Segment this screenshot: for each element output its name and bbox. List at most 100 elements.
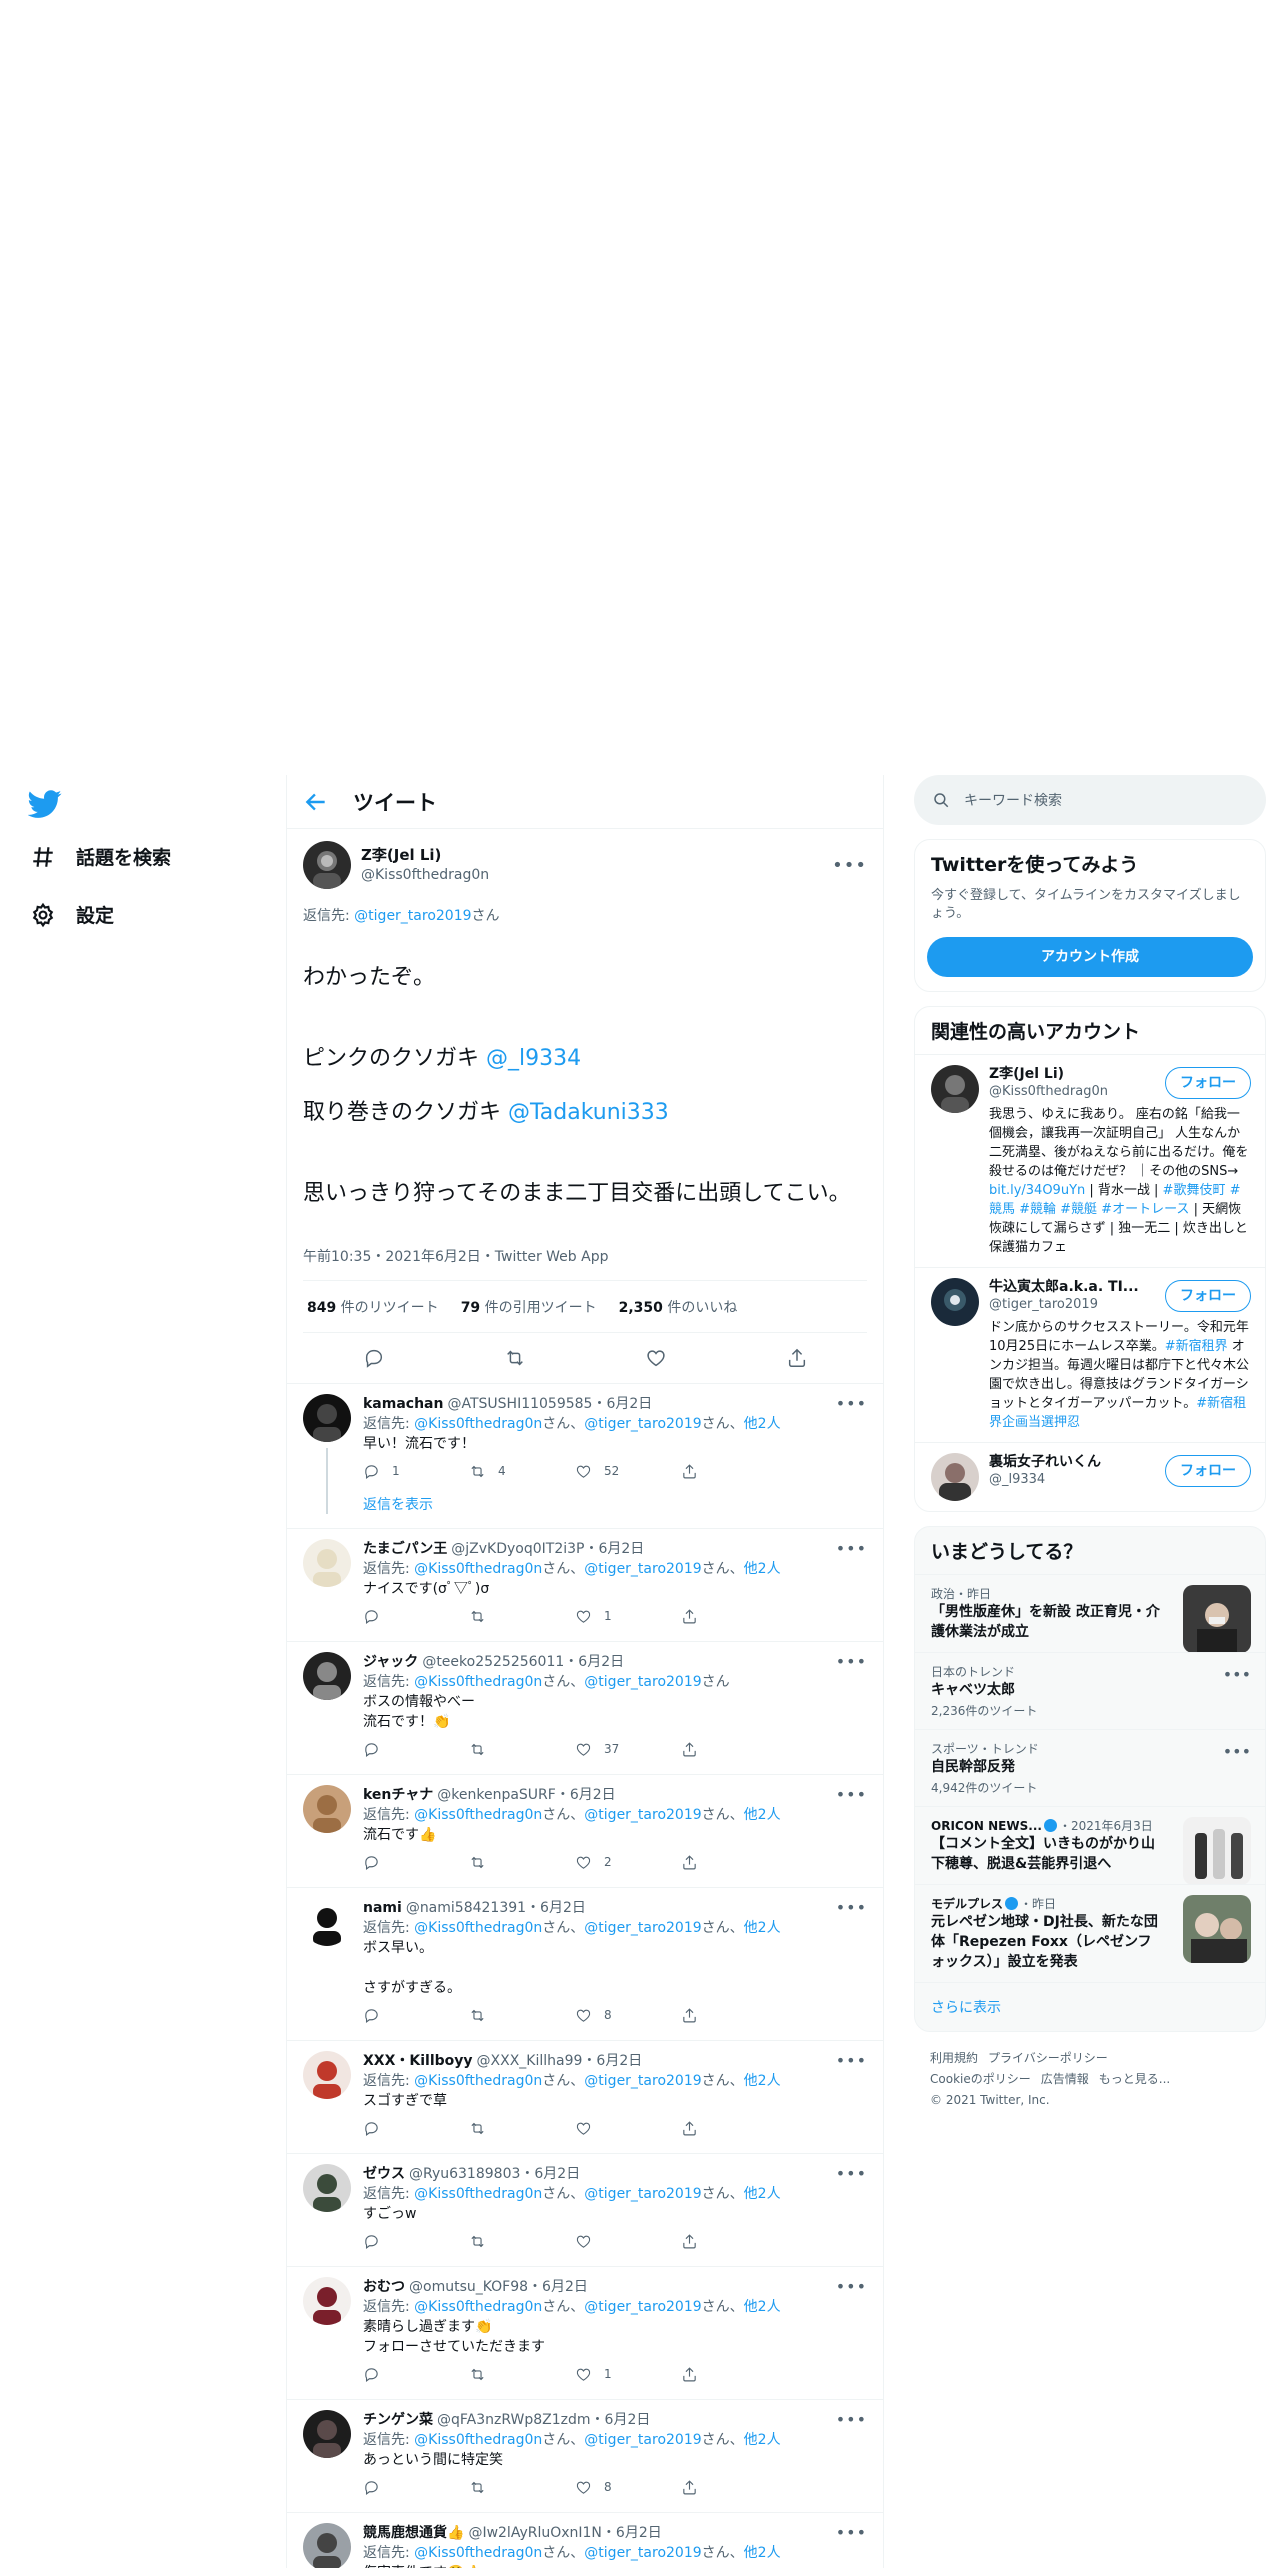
follow-button[interactable]: フォロー: [1165, 1280, 1251, 1312]
like-button[interactable]: 8: [575, 2007, 681, 2024]
avatar[interactable]: [931, 1065, 979, 1113]
reply-date[interactable]: ・6月2日: [592, 1394, 652, 1414]
more-options-icon[interactable]: •••: [832, 855, 867, 876]
retweet-button[interactable]: [469, 1608, 575, 1625]
reply-tweet[interactable]: kenチャナ @kenkenpaSURF ・6月2日 ••• 返信先: @Kiss0f…: [287, 1775, 883, 1888]
retweet-button[interactable]: [469, 1854, 575, 1871]
account-item[interactable]: 牛込寅太郎a.k.a. TI... @tiger_taro2019 ドン底からの…: [915, 1267, 1265, 1442]
more-options-icon[interactable]: •••: [836, 1539, 867, 1559]
reply-author-name[interactable]: kamachan: [363, 1394, 443, 1414]
reply-author-name[interactable]: おむつ: [363, 2277, 405, 2297]
share-button[interactable]: [681, 2479, 787, 2496]
reply-date[interactable]: ・6月2日: [602, 2523, 662, 2543]
reply-button[interactable]: [363, 2479, 469, 2496]
like-button[interactable]: 52: [575, 1463, 681, 1480]
avatar[interactable]: [303, 1539, 351, 1587]
back-arrow-icon[interactable]: [303, 789, 329, 815]
reply-date[interactable]: ・6月2日: [526, 1898, 586, 1918]
trend-item[interactable]: スポーツ・トレンド 自民幹部反発 4,942件のツイート •••: [915, 1729, 1265, 1806]
mention-link[interactable]: @Tadakuni333: [508, 1100, 669, 1125]
like-button[interactable]: 37: [575, 1741, 681, 1758]
nav-explore[interactable]: 話題を検索: [30, 843, 171, 870]
like-button[interactable]: [575, 2120, 681, 2137]
reply-button[interactable]: [363, 1608, 469, 1625]
reply-tweet[interactable]: ゼウス @Ryu63189803 ・6月2日 ••• 返信先: @Kiss0fthed…: [287, 2154, 883, 2267]
others-link[interactable]: 他2人: [744, 1807, 781, 1823]
reply-to-link[interactable]: @Kiss0fthedrag0n: [414, 2432, 542, 2448]
create-account-button[interactable]: アカウント作成: [927, 937, 1253, 977]
more-options-icon[interactable]: •••: [836, 1652, 867, 1672]
search-box[interactable]: キーワード検索: [914, 775, 1266, 825]
reply-date[interactable]: ・6月2日: [591, 2410, 651, 2430]
more-options-icon[interactable]: •••: [836, 1785, 867, 1805]
retweet-button[interactable]: [469, 2479, 575, 2496]
trend-item[interactable]: ORICON NEWS... ・2021年6月3日 【コメント全文】いきものがかり…: [915, 1806, 1265, 1885]
more-options-icon[interactable]: •••: [836, 2164, 867, 2184]
reply-to-link[interactable]: @Kiss0fthedrag0n: [414, 1674, 542, 1690]
more-options-icon[interactable]: •••: [1223, 1742, 1251, 1761]
avatar[interactable]: [303, 1785, 351, 1833]
others-link[interactable]: 他2人: [744, 1416, 781, 1432]
author-name[interactable]: Z李(Jel Li): [361, 845, 489, 865]
reply-author-handle[interactable]: @kenkenpaSURF: [437, 1785, 556, 1805]
trend-item[interactable]: 日本のトレンド キャベツ太郎 2,236件のツイート •••: [915, 1652, 1265, 1729]
avatar[interactable]: [931, 1453, 979, 1501]
retweet-icon[interactable]: [504, 1347, 526, 1369]
retweet-count[interactable]: 849 件のリツイート: [307, 1297, 439, 1317]
follow-button[interactable]: フォロー: [1165, 1455, 1251, 1487]
avatar[interactable]: [303, 1898, 351, 1946]
search-input[interactable]: キーワード検索: [964, 790, 1062, 810]
reply-date[interactable]: ・6月2日: [556, 1785, 616, 1805]
reply-button[interactable]: [363, 2120, 469, 2137]
nav-settings[interactable]: 設定: [30, 901, 114, 928]
reply-to-link[interactable]: @Kiss0fthedrag0n: [414, 1416, 542, 1432]
reply-author-handle[interactable]: @jZvKDyoq0IT2i3P: [451, 1539, 584, 1559]
avatar[interactable]: [303, 2277, 351, 2325]
avatar[interactable]: [303, 1652, 351, 1700]
footer-terms[interactable]: 利用規約: [930, 2051, 978, 2065]
avatar[interactable]: [303, 2410, 351, 2458]
more-options-icon[interactable]: •••: [836, 1898, 867, 1918]
reply-author-name[interactable]: ジャック: [363, 1652, 418, 1672]
bio-link[interactable]: bit.ly/34O9uYn: [989, 1183, 1085, 1198]
retweet-button[interactable]: [469, 1741, 575, 1758]
reply-author-name[interactable]: チンゲン菜: [363, 2410, 433, 2430]
like-button[interactable]: 2: [575, 1854, 681, 1871]
footer-privacy[interactable]: プライバシーポリシー: [988, 2051, 1108, 2065]
reply-author-name[interactable]: 競馬鹿想通貨👍: [363, 2523, 464, 2543]
like-button[interactable]: [575, 2233, 681, 2250]
more-options-icon[interactable]: •••: [836, 2051, 867, 2071]
reply-to-link[interactable]: @tiger_taro2019: [584, 1674, 701, 1690]
like-button[interactable]: 8: [575, 2479, 681, 2496]
trend-item[interactable]: 政治・昨日 「男性版産休」を新設 改正育児・介護休業法が成立: [915, 1574, 1265, 1653]
reply-button[interactable]: [363, 1741, 469, 1758]
more-options-icon[interactable]: •••: [1223, 1665, 1251, 1684]
like-icon[interactable]: [645, 1347, 667, 1369]
reply-to-link[interactable]: @Kiss0fthedrag0n: [414, 2545, 542, 2561]
retweet-button[interactable]: [469, 2366, 575, 2383]
reply-tweet[interactable]: たまごパン王 @jZvKDyoq0IT2i3P ・6月2日 ••• 返信先: @Kis…: [287, 1529, 883, 1642]
like-count[interactable]: 2,350 件のいいね: [619, 1297, 738, 1317]
others-link[interactable]: 他2人: [744, 2432, 781, 2448]
retweet-button[interactable]: [469, 2233, 575, 2250]
reply-to-link[interactable]: @Kiss0fthedrag0n: [414, 2073, 542, 2089]
retweet-button[interactable]: [469, 2120, 575, 2137]
reply-to-link[interactable]: @tiger_taro2019: [584, 2545, 701, 2561]
others-link[interactable]: 他2人: [744, 1920, 781, 1936]
footer-more[interactable]: もっと見る...: [1099, 2072, 1170, 2086]
reply-to-link[interactable]: @tiger_taro2019: [584, 2432, 701, 2448]
tweet-timestamp[interactable]: 午前10:35・2021年6月2日・Twitter Web App: [303, 1246, 867, 1281]
reply-tweet[interactable]: XXX・Killboyy @XXX_Killha99 ・6月2日 ••• 返信先: @…: [287, 2041, 883, 2154]
share-button[interactable]: [681, 2120, 787, 2137]
reply-author-name[interactable]: nami: [363, 1898, 402, 1918]
reply-tweet[interactable]: ジャック @teeko2525256011 ・6月2日 ••• 返信先: @Kiss0…: [287, 1642, 883, 1775]
reply-author-handle[interactable]: @Iw2lAyRluOxnI1N: [468, 2523, 601, 2543]
others-link[interactable]: 他2人: [744, 2299, 781, 2315]
reply-date[interactable]: ・6月2日: [528, 2277, 588, 2297]
reply-button[interactable]: 1: [363, 1463, 469, 1480]
mention-link[interactable]: @_l9334: [486, 1046, 581, 1071]
share-icon[interactable]: [786, 1347, 808, 1369]
reply-button[interactable]: [363, 1854, 469, 1871]
reply-author-handle[interactable]: @qFA3nzRWp8Z1zdm: [437, 2410, 591, 2430]
reply-button[interactable]: [363, 2366, 469, 2383]
